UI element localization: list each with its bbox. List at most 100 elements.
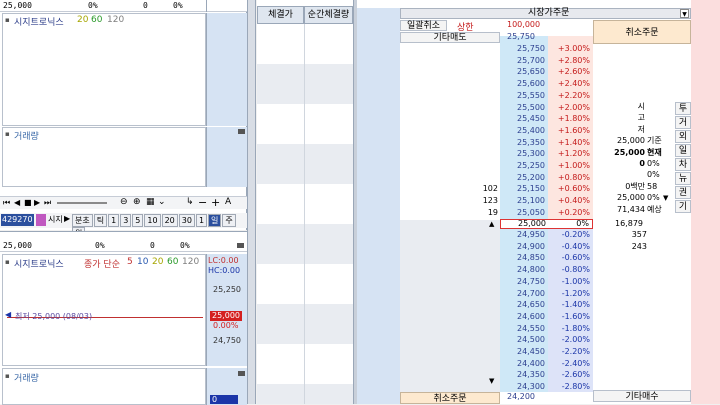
stock-search-button[interactable] xyxy=(36,214,46,226)
period-1[interactable]: 1 xyxy=(108,214,120,227)
bottom-ma-60: 60 xyxy=(167,257,179,267)
bid-qty xyxy=(595,312,647,322)
grid-icon[interactable]: ▦ xyxy=(146,197,155,207)
bottom-price-chart[interactable]: ▪ 시지트로닉스 종가 단순 5 10 20 60 120 ◀ 최저 25,00… xyxy=(2,254,206,366)
more-icon[interactable]: ▶ xyxy=(64,214,70,223)
bid-row[interactable]: 24,600 -1.60% xyxy=(357,312,691,322)
other-sell-button[interactable]: 기타매도 xyxy=(400,32,500,43)
info-key: 고 xyxy=(637,113,645,123)
stop-icon[interactable]: ■ xyxy=(24,198,32,207)
collapse-icon[interactable] xyxy=(237,243,244,248)
ask-price: 25,050 xyxy=(517,207,545,217)
target-icon[interactable]: ⊕ xyxy=(133,197,141,207)
ask-row[interactable]: 25,550 +2.20% xyxy=(357,91,691,101)
bid-qty xyxy=(595,265,647,275)
current-pct-tag: 0.00% xyxy=(213,321,239,330)
cancel-all-button[interactable]: 일괄취소 xyxy=(400,20,447,31)
info-scroll-icon[interactable]: ▼ xyxy=(663,194,668,202)
ask-qty xyxy=(400,173,498,183)
col-header-volume[interactable]: 순간체결량 xyxy=(304,6,353,24)
period-minsec[interactable]: 분초 xyxy=(72,214,93,227)
bottom-chart-subtitle: 종가 단순 xyxy=(84,260,120,270)
splitter-left[interactable] xyxy=(247,0,256,404)
side-tab[interactable]: 뉴 xyxy=(675,172,691,185)
bid-qty: 243 xyxy=(631,241,647,251)
top-volume-chart[interactable]: ▪ 거래량 xyxy=(2,127,206,187)
period-3[interactable]: 3 xyxy=(120,214,132,227)
side-tab[interactable]: 권 xyxy=(675,186,691,199)
info-value: 0% xyxy=(647,170,660,180)
ask-row[interactable]: 25,700 +2.80% xyxy=(357,56,691,66)
side-tab[interactable]: 거 xyxy=(675,116,691,129)
ask-row[interactable]: 25,600 +2.40% xyxy=(357,79,691,89)
info-value: 0% xyxy=(647,193,660,203)
period-week[interactable]: 주 xyxy=(222,214,236,227)
side-tab[interactable]: 일 xyxy=(675,144,691,157)
last-icon[interactable]: ⏭ xyxy=(44,198,51,208)
zoom-out-icon[interactable]: ⊖ xyxy=(120,197,128,207)
bid-row[interactable]: 24,500 -2.00% xyxy=(357,335,691,345)
side-tab[interactable]: 투 xyxy=(675,102,691,115)
bid-row[interactable]: 24,400 -2.40% xyxy=(357,359,691,369)
chart-period-toolbar: 429270 시지 ▶ 분초틱1351020301일주월 xyxy=(0,213,247,240)
info-key: 저 xyxy=(637,124,645,134)
top-price-chart[interactable]: ▪ 시지트로닉스 20 60 120 xyxy=(2,13,206,126)
first-icon[interactable]: ⏮ xyxy=(3,198,10,208)
bid-price: 24,300 xyxy=(517,382,545,392)
side-tab[interactable]: 외 xyxy=(675,130,691,143)
side-tab[interactable]: 차 xyxy=(675,158,691,171)
bid-row[interactable]: 24,550 -1.80% xyxy=(357,324,691,334)
period-30[interactable]: 30 xyxy=(178,214,195,227)
bid-row[interactable]: 24,350 -2.60% xyxy=(357,370,691,380)
cancel-order-bottom-button[interactable]: 취소주문 xyxy=(400,392,500,404)
bid-qty xyxy=(595,324,647,334)
collapse-icon[interactable] xyxy=(238,129,245,134)
bottom-volume-chart[interactable]: ▪ 거래량 xyxy=(2,368,206,405)
collapse-icon[interactable] xyxy=(238,371,245,376)
dropdown-icon[interactable]: ▼ xyxy=(680,9,689,18)
bid-row[interactable]: 24,450 -2.20% xyxy=(357,347,691,357)
period-10[interactable]: 10 xyxy=(144,214,161,227)
scroll-up-icon[interactable]: ▲ xyxy=(489,220,494,228)
scroll-down-icon[interactable]: ▼ xyxy=(489,377,494,385)
bid-row[interactable]: 24,900 -0.40% 243 xyxy=(357,242,691,252)
bid-row[interactable]: 24,750 -1.00% xyxy=(357,277,691,287)
bottom-price: 24,200 xyxy=(507,392,535,401)
text-icon[interactable]: A xyxy=(225,197,231,207)
side-tab[interactable]: 기 xyxy=(675,200,691,213)
period-day[interactable]: 일 xyxy=(208,214,222,227)
period-5[interactable]: 5 xyxy=(132,214,144,227)
bottom-chart-title: 시지트로닉스 xyxy=(14,260,64,270)
next-icon[interactable]: ▶ xyxy=(34,198,40,207)
info-key: 71,434 xyxy=(617,204,645,214)
info-key: 25,000 xyxy=(614,147,645,157)
col-header-price[interactable]: 체결가 xyxy=(257,6,304,24)
ask-row[interactable]: 25,750 +3.00% xyxy=(357,44,691,54)
ask-row[interactable]: 25,650 +2.60% xyxy=(357,67,691,77)
volume-marker-icon: ▪ xyxy=(5,372,10,380)
period-n[interactable]: 1 xyxy=(195,214,208,227)
bid-row[interactable]: 24,650 -1.40% xyxy=(357,300,691,310)
bid-row[interactable]: 24,850 -0.60% xyxy=(357,253,691,263)
chevron-icon[interactable]: ⌄ xyxy=(158,197,166,207)
top-ma-120: 120 xyxy=(107,15,125,25)
bid-row[interactable]: 24,700 -1.20% xyxy=(357,289,691,299)
market-order-header[interactable]: 시장가주문 ▼ xyxy=(400,8,691,19)
prev-icon[interactable]: ◀ xyxy=(14,198,20,207)
minus-icon[interactable]: − xyxy=(198,196,207,209)
plus-icon[interactable]: + xyxy=(211,196,220,209)
current-price-row[interactable]: 25,000 0% xyxy=(500,219,593,229)
stock-code-input[interactable]: 429270 xyxy=(1,214,34,226)
other-buy-button[interactable]: 기타매수 xyxy=(593,390,691,402)
period-20[interactable]: 20 xyxy=(161,214,178,227)
scroll-slider[interactable] xyxy=(57,202,107,204)
bid-row[interactable]: 24,950 -0.20% 357 xyxy=(357,230,691,240)
ask-pct: +0.80% xyxy=(557,172,590,182)
draw-icon[interactable]: ↳ xyxy=(186,197,194,207)
bid-qty: 357 xyxy=(631,230,647,239)
period-tick[interactable]: 틱 xyxy=(93,214,108,227)
bid-row[interactable]: 24,800 -0.80% xyxy=(357,265,691,275)
upper-limit-price: 100,000 xyxy=(507,20,541,29)
info-value: 현재 xyxy=(647,147,662,157)
cancel-order-button[interactable]: 취소주문 xyxy=(593,20,691,44)
